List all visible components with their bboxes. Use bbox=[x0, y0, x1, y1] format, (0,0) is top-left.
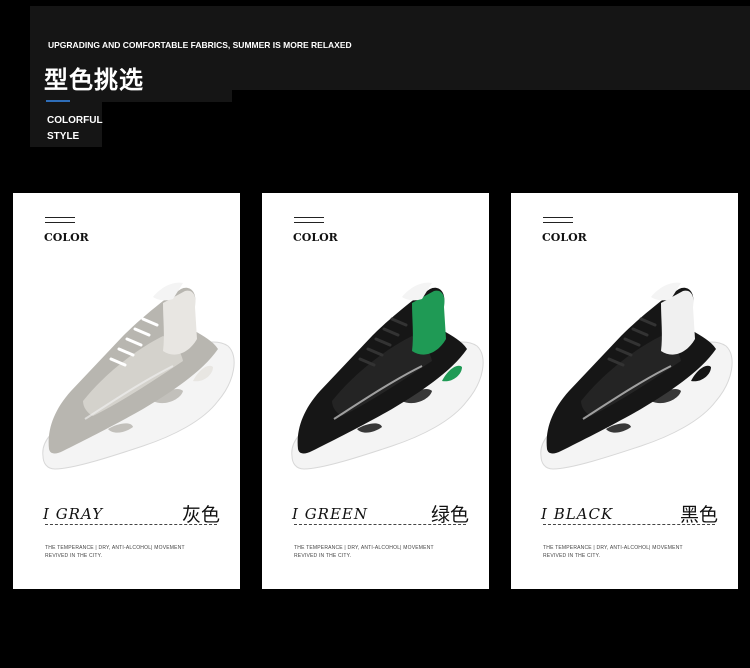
sneaker-image bbox=[540, 282, 733, 470]
card-top-rule bbox=[45, 217, 75, 223]
card-desc-line-1: THE TEMPERANCE | DRY, ANTI-ALCOHOL| MOVE… bbox=[45, 545, 185, 551]
card-desc-line-2: REVIVED IN THE CITY. bbox=[543, 553, 601, 559]
color-card-black[interactable]: COLOR I BLACK 黑色 THE TEMPERANCE | DRY, A… bbox=[511, 193, 738, 589]
card-top-rule bbox=[294, 217, 324, 223]
subheading: UPGRADING AND COMFORTABLE FABRICS, SUMME… bbox=[48, 40, 352, 50]
color-card-green[interactable]: COLOR I GREEN 绿色 THE TEMPERANCE | DRY, A… bbox=[262, 193, 489, 589]
card-description: THE TEMPERANCE | DRY, ANTI-ALCOHOL| MOVE… bbox=[45, 544, 215, 560]
card-divider bbox=[294, 524, 466, 525]
card-name-cn: 绿色 bbox=[430, 504, 469, 526]
card-desc-line-2: REVIVED IN THE CITY. bbox=[294, 553, 352, 559]
card-name-en: I GRAY bbox=[43, 505, 104, 523]
card-name-cn: 黑色 bbox=[679, 504, 718, 526]
card-divider bbox=[543, 524, 715, 525]
card-desc-line-2: REVIVED IN THE CITY. bbox=[45, 553, 103, 559]
color-card-gray[interactable]: COLOR I GRAY 灰色 THE TEMPERANCE | DRY, AN… bbox=[13, 193, 240, 589]
sneaker-heel-accent bbox=[163, 290, 197, 355]
card-name-cn: 灰色 bbox=[181, 504, 220, 526]
card-description: THE TEMPERANCE | DRY, ANTI-ALCOHOL| MOVE… bbox=[294, 544, 464, 560]
style-label: COLORFUL STYLE bbox=[47, 113, 103, 145]
sneaker-heel-accent bbox=[661, 290, 695, 355]
sneaker-heel-accent bbox=[412, 290, 446, 355]
sneaker-image bbox=[42, 282, 235, 470]
card-name-en: I BLACK bbox=[541, 505, 614, 523]
style-line-1: COLORFUL bbox=[47, 115, 103, 126]
style-line-2: STYLE bbox=[47, 131, 80, 142]
page-title: 型色挑选 bbox=[44, 66, 144, 94]
card-description: THE TEMPERANCE | DRY, ANTI-ALCOHOL| MOVE… bbox=[543, 544, 713, 560]
card-name-en: I GREEN bbox=[292, 505, 368, 523]
card-divider bbox=[45, 524, 217, 525]
card-top-rule bbox=[543, 217, 573, 223]
card-desc-line-1: THE TEMPERANCE | DRY, ANTI-ALCOHOL| MOVE… bbox=[543, 545, 683, 551]
card-desc-line-1: THE TEMPERANCE | DRY, ANTI-ALCOHOL| MOVE… bbox=[294, 545, 434, 551]
sneaker-image bbox=[291, 282, 484, 470]
